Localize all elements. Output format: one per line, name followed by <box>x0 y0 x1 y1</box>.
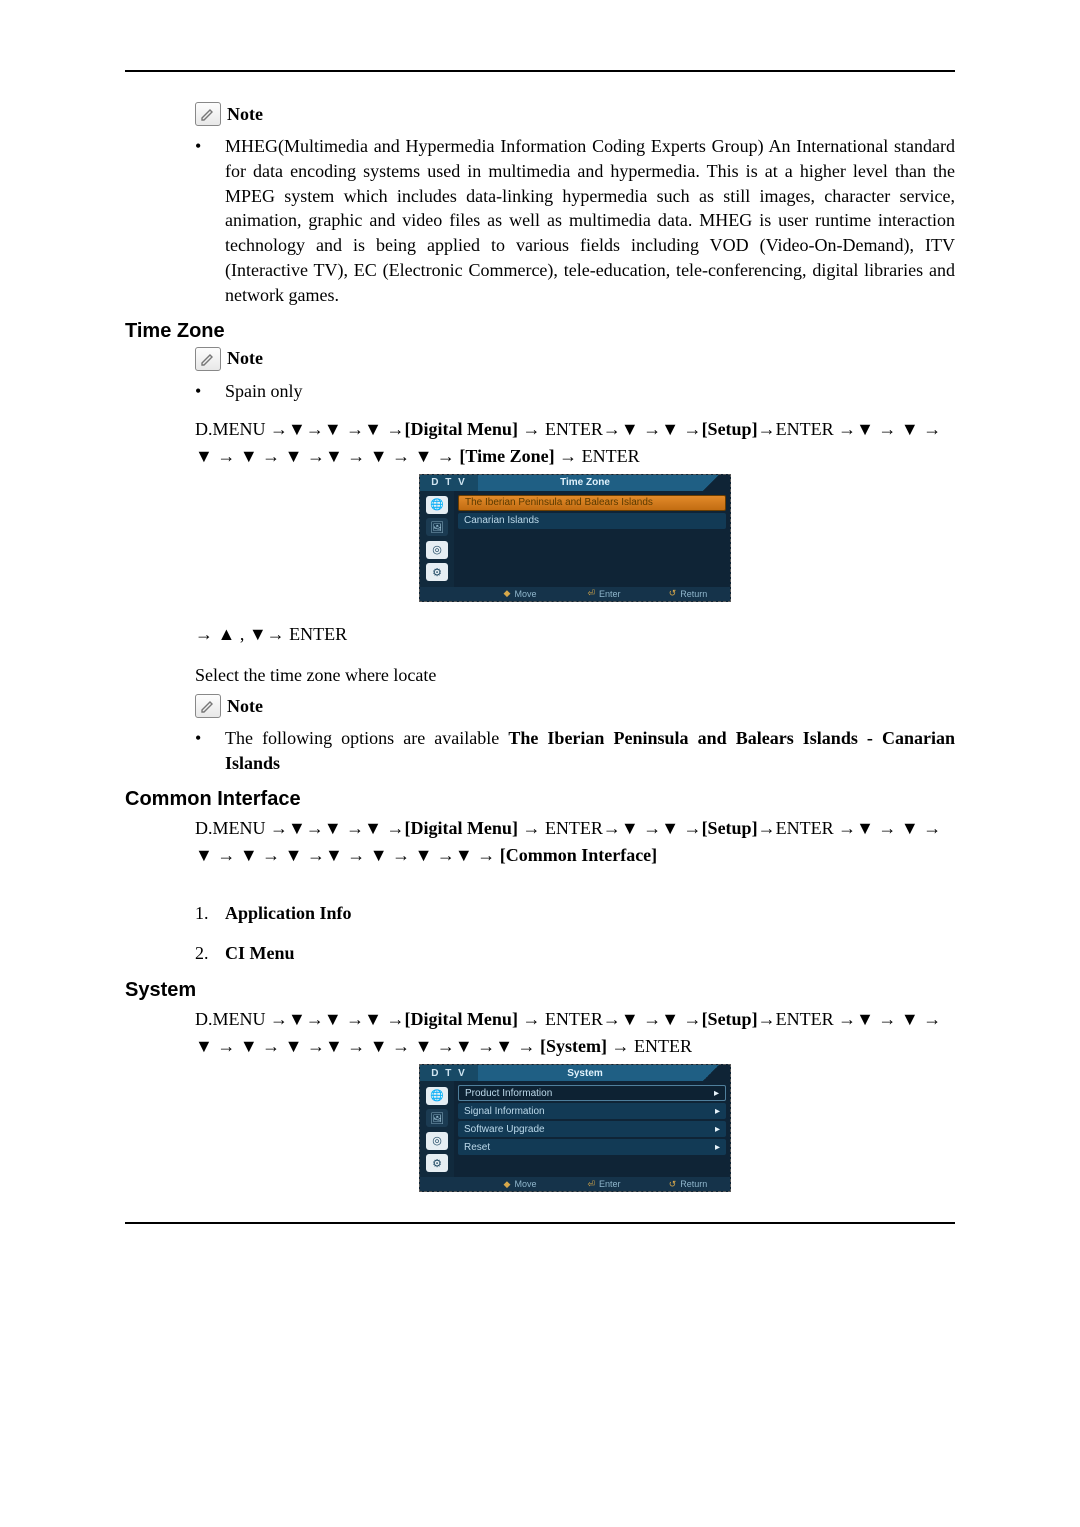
ci-item-2: CI Menu <box>195 937 955 969</box>
osd-item-empty <box>458 531 726 547</box>
osd-footer: ◆Move ⏎Enter ↺Return <box>420 1177 730 1191</box>
osd-item-empty <box>458 549 726 565</box>
osd-item[interactable]: Signal Information▸ <box>458 1103 726 1119</box>
osd-item[interactable]: Canarian Islands <box>458 513 726 529</box>
chevron-right-icon: ▸ <box>715 1142 720 1153</box>
note-block: Note <box>195 347 955 371</box>
pencil-icon <box>195 102 221 126</box>
note-block: Note <box>195 694 955 718</box>
target-icon: ◎ <box>426 1132 448 1150</box>
target-icon: ◎ <box>426 541 448 559</box>
osd-item-empty <box>458 1157 726 1173</box>
rule-top <box>125 70 955 72</box>
timezone-options-note: The following options are available The … <box>195 726 955 776</box>
osd-title: Time Zone <box>478 475 692 491</box>
pencil-icon <box>195 694 221 718</box>
nav-path-common-interface: D.MENU →▼→▼ →▼ →[Digital Menu] → ENTER→▼… <box>195 815 955 869</box>
osd-time-zone: D T V Time Zone 🌐 🖼 ◎ ⚙ The Iberian Peni… <box>419 474 731 602</box>
nav-path-system: D.MENU →▼→▼ →▼ →[Digital Menu] → ENTER→▼… <box>195 1006 955 1060</box>
osd-item-selected[interactable]: Product Information▸ <box>458 1085 726 1101</box>
rule-bottom <box>125 1222 955 1224</box>
globe-icon: 🌐 <box>426 496 448 514</box>
chevron-right-icon: ▸ <box>715 1124 720 1135</box>
osd-item-empty <box>458 567 726 583</box>
osd-system: D T V System 🌐 🖼 ◎ ⚙ Product Information… <box>419 1064 731 1192</box>
osd-corner <box>692 1065 730 1081</box>
picture-icon: 🖼 <box>426 518 448 536</box>
note-block: Note <box>195 102 955 126</box>
osd-title: System <box>478 1065 692 1081</box>
note-label: Note <box>227 348 263 369</box>
ci-item-1: Application Info <box>195 897 955 929</box>
pencil-icon <box>195 347 221 371</box>
osd-badge-dtv: D T V <box>420 1065 478 1081</box>
chevron-right-icon: ▸ <box>715 1106 720 1117</box>
nav-path-time-zone: D.MENU →▼→▼ →▼ →[Digital Menu] → ENTER→▼… <box>195 416 955 470</box>
gear-icon: ⚙ <box>426 563 448 581</box>
osd-sidebar: 🌐 🖼 ◎ ⚙ <box>420 1081 454 1177</box>
globe-icon: 🌐 <box>426 1087 448 1105</box>
osd-item[interactable]: Reset▸ <box>458 1139 726 1155</box>
note-label: Note <box>227 696 263 717</box>
osd-sidebar: 🌐 🖼 ◎ ⚙ <box>420 491 454 587</box>
chevron-right-icon: ▸ <box>714 1088 719 1099</box>
osd-corner <box>692 475 730 491</box>
gear-icon: ⚙ <box>426 1154 448 1172</box>
mheg-note-text: MHEG(Multimedia and Hypermedia Informati… <box>195 134 955 308</box>
heading-system: System <box>125 979 955 1002</box>
heading-time-zone: Time Zone <box>125 320 955 343</box>
osd-item[interactable]: Software Upgrade▸ <box>458 1121 726 1137</box>
picture-icon: 🖼 <box>426 1109 448 1127</box>
spain-only-note: Spain only <box>195 379 955 404</box>
osd-badge-dtv: D T V <box>420 475 478 491</box>
nav-after-menu: → ▲ , ▼→ ENTER <box>195 622 955 647</box>
osd-item-selected[interactable]: The Iberian Peninsula and Balears Island… <box>458 495 726 511</box>
heading-common-interface: Common Interface <box>125 788 955 811</box>
select-timezone-text: Select the time zone where locate <box>195 663 955 688</box>
osd-footer: ◆Move ⏎Enter ↺Return <box>420 587 730 601</box>
note-label: Note <box>227 104 263 125</box>
